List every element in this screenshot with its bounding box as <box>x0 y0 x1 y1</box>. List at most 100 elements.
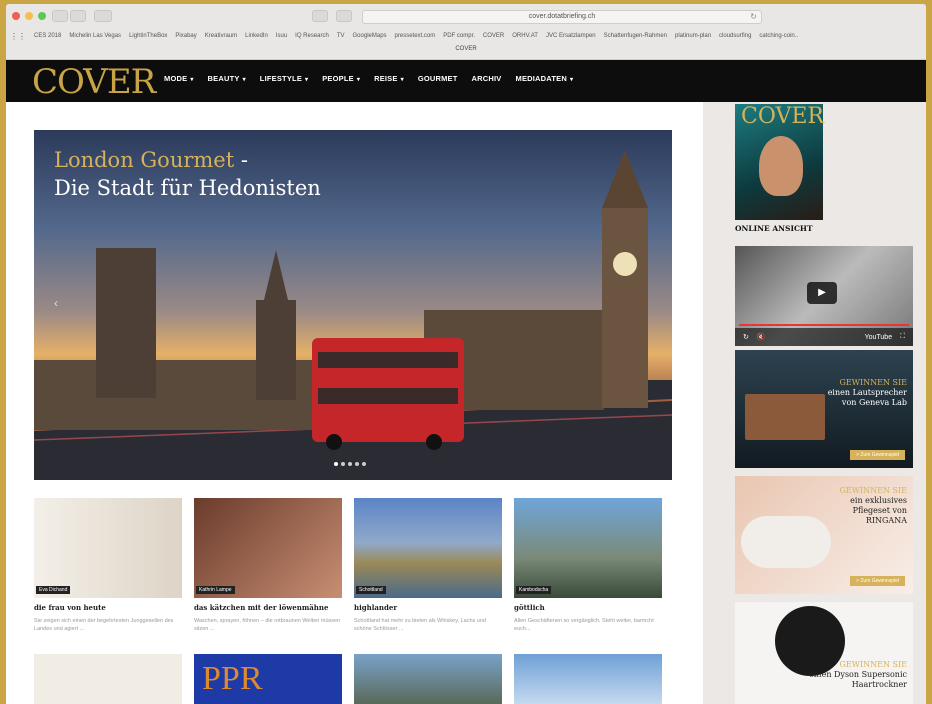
ad-dyson[interactable]: GEWINNEN SIE einen Dyson Supersonic Haar… <box>735 602 913 704</box>
article-card[interactable]: Kambodscha göttlich Allen Geschäftenen so … <box>514 498 662 633</box>
ad-geneva-button[interactable]: > Zum Gewinnspiel <box>850 450 905 460</box>
nav-item-gourmet[interactable]: GOURMET <box>418 74 458 83</box>
slider-dot[interactable] <box>362 462 366 466</box>
article-title[interactable]: die frau von heute <box>34 603 182 612</box>
nav-item-mediadaten[interactable]: MEDIADATEN ▾ <box>516 74 574 83</box>
reload-icon[interactable]: ↻ <box>750 11 757 23</box>
article-title[interactable]: das kätzchen mit der löwenmähne <box>194 603 342 612</box>
replay-icon[interactable]: ↻ <box>743 333 749 341</box>
article-thumb[interactable]: PPR <box>194 654 342 704</box>
chevron-down-icon: ▾ <box>190 77 194 83</box>
speaker-icon <box>745 394 825 440</box>
bookmark-item[interactable]: ORHV.AT <box>512 33 538 39</box>
bookmark-item[interactable]: TV <box>337 33 345 39</box>
bookmark-item[interactable]: Michelin Las Vegas <box>69 33 121 39</box>
article-thumb[interactable]: Kathrin Lampe <box>194 498 342 598</box>
chevron-down-icon: ▾ <box>242 77 246 83</box>
bookmark-item[interactable]: Schattenfugen-Rahmen <box>604 33 667 39</box>
nav-item-label: REISE <box>374 74 398 83</box>
close-button[interactable] <box>12 12 20 20</box>
bookmark-item[interactable]: platinum-plan <box>675 33 711 39</box>
magazine-cover[interactable]: COVER <box>735 104 824 220</box>
article-thumb[interactable]: Schottland <box>354 498 502 598</box>
bookmark-item[interactable]: JVC Ersatzlampen <box>546 33 596 39</box>
author-badge: Kambodscha <box>516 586 552 594</box>
article-thumb[interactable] <box>514 654 662 704</box>
chevron-down-icon: ▾ <box>569 77 574 83</box>
mute-icon[interactable]: 🔇 <box>757 333 766 341</box>
youtube-video[interactable]: ▶ ↻ 🔇 YouTube ⛶ <box>735 246 913 346</box>
minimize-button[interactable] <box>25 12 33 20</box>
nav-item-mode[interactable]: MODE ▾ <box>164 74 194 83</box>
article-thumb[interactable] <box>34 654 182 704</box>
nav-item-people[interactable]: PEOPLE ▾ <box>322 74 360 83</box>
ad-text: Pflegeset von <box>852 506 907 515</box>
article-card[interactable]: Schottland highlander Schottland hat mehr … <box>354 498 502 633</box>
article-thumb[interactable]: Kambodscha <box>514 498 662 598</box>
bookmark-item[interactable]: LinkedIn <box>245 33 268 39</box>
apps-grid-icon[interactable]: ⋮⋮ <box>10 32 26 41</box>
article-cards-row2: PPR <box>34 654 674 704</box>
window-controls <box>12 12 46 20</box>
chevron-down-icon: ▾ <box>400 77 404 83</box>
slider-dot[interactable] <box>355 462 359 466</box>
article-card[interactable]: Eva Dichand die frau von heute Sie zeigen … <box>34 498 182 633</box>
bookmark-item[interactable]: GoogleMaps <box>353 33 387 39</box>
address-bar[interactable]: cover.dotatbriefing.ch ↻ <box>362 10 762 24</box>
article-thumb[interactable] <box>354 654 502 704</box>
bookmark-item[interactable]: Isuu <box>276 33 287 39</box>
ad-headline: GEWINNEN SIE <box>839 660 907 669</box>
tab-title[interactable]: COVER <box>6 46 926 52</box>
home-button[interactable] <box>312 10 328 22</box>
bookmark-item[interactable]: IQ Research <box>295 33 329 39</box>
ad-headline: GEWINNEN SIE <box>839 378 907 387</box>
maximize-button[interactable] <box>38 12 46 20</box>
hero-title-white[interactable]: Die Stadt für Hedonisten <box>54 176 321 200</box>
online-view-link[interactable]: ONLINE ANSICHT <box>735 224 813 233</box>
site-header: COVER MODE ▾ BEAUTY ▾ LIFESTYLE ▾ PEOPLE ▾ REISE… <box>6 60 926 102</box>
nav-item-reise[interactable]: REISE ▾ <box>374 74 404 83</box>
slider-dots <box>334 462 366 466</box>
article-card[interactable]: Kathrin Lampe das kätzchen mit der löwenm… <box>194 498 342 633</box>
ad-geneva[interactable]: GEWINNEN SIE einen Lautsprecher von Gene… <box>735 350 913 468</box>
bookmark-item[interactable]: catching-coin.. <box>759 33 798 39</box>
slider-dot[interactable] <box>348 462 352 466</box>
hero-title-gold[interactable]: London Gourmet - <box>54 148 248 172</box>
author-badge: Eva Dichand <box>36 586 71 594</box>
nav-item-lifestyle[interactable]: LIFESTYLE ▾ <box>260 74 308 83</box>
ad-text: einen Lautsprecher <box>827 388 907 397</box>
bookmark-item[interactable]: PDF compr. <box>443 33 475 39</box>
slider-dot[interactable] <box>334 462 338 466</box>
nav-item-label: MEDIADATEN <box>515 74 567 83</box>
forward-button[interactable] <box>70 10 86 22</box>
youtube-logo[interactable]: YouTube <box>865 334 893 341</box>
nav-item-label: PEOPLE <box>322 74 354 83</box>
article-excerpt: Waschen, sprayen, föhnen – die rotbraune… <box>194 618 341 632</box>
ad-ringana-button[interactable]: > Zum Gewinnspiel <box>850 576 905 586</box>
slider-dot[interactable] <box>341 462 345 466</box>
back-button[interactable] <box>52 10 68 22</box>
bookmark-item[interactable]: cloudsurfing <box>719 33 751 39</box>
shield-icon[interactable] <box>336 10 352 22</box>
bookmark-item[interactable]: pressetext.com <box>395 33 436 39</box>
article-title[interactable]: highlander <box>354 603 502 612</box>
bookmark-item[interactable]: LightinTheBox <box>129 33 167 39</box>
nav-item-archiv[interactable]: ARCHIV <box>472 74 502 83</box>
nav-item-label: ARCHIV <box>471 74 502 83</box>
ad-ringana[interactable]: GEWINNEN SIE ein exklusives Pflegeset vo… <box>735 476 913 594</box>
nav-item-beauty[interactable]: BEAUTY ▾ <box>208 74 246 83</box>
sidebar-toggle-button[interactable] <box>94 10 112 22</box>
bookmark-item[interactable]: Pixabay <box>175 33 196 39</box>
play-icon[interactable]: ▶ <box>807 282 837 304</box>
article-title[interactable]: göttlich <box>514 603 662 612</box>
article-thumb[interactable]: Eva Dichand <box>34 498 182 598</box>
site-logo[interactable]: COVER <box>32 64 156 100</box>
fullscreen-icon[interactable]: ⛶ <box>900 333 905 341</box>
video-progress[interactable] <box>739 324 909 326</box>
article-cards-row1: Eva Dichand die frau von heute Sie zeigen … <box>34 498 674 633</box>
bookmark-item[interactable]: COVER <box>483 33 504 39</box>
hero-slider[interactable]: London Gourmet - Die Stadt für Hedoniste… <box>34 130 672 480</box>
slider-prev-icon[interactable]: ‹ <box>54 296 58 310</box>
bookmark-item[interactable]: Kreativraum <box>205 33 237 39</box>
bookmark-item[interactable]: CES 2018 <box>34 33 61 39</box>
